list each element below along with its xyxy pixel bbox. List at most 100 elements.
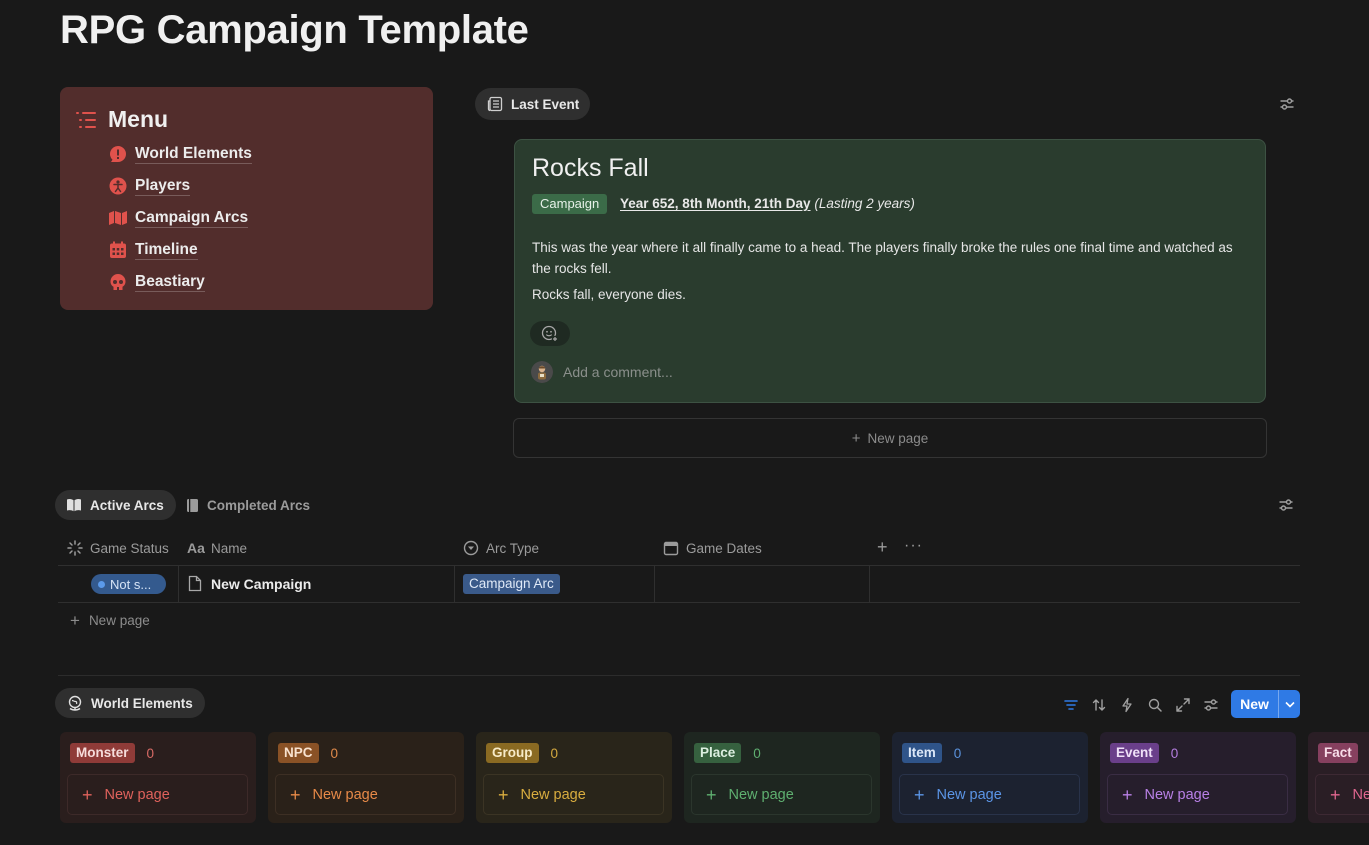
alert-bubble-icon [108, 144, 128, 164]
calendar-icon [663, 541, 679, 556]
tab-active-arcs[interactable]: Active Arcs [55, 490, 176, 520]
board-column-npc: NPC 0 + New page [268, 732, 464, 823]
group-count: 0 [146, 745, 155, 761]
group-count: 0 [753, 745, 761, 761]
board-column-item: Item 0 + New page [892, 732, 1088, 823]
menu-item-beastiary[interactable]: Beastiary [108, 271, 205, 293]
book-icon [187, 498, 198, 512]
menu-item-players[interactable]: Players [108, 175, 191, 197]
column-header-arc-type[interactable]: Arc Type [463, 537, 539, 559]
menu-item-campaign-arcs[interactable]: Campaign Arcs [108, 207, 249, 229]
board-column-monster: Monster 0 + New page [60, 732, 256, 823]
new-button-dropdown[interactable] [1278, 690, 1300, 718]
new-page-button[interactable]: + New page [513, 418, 1267, 458]
group-count: 0 [550, 745, 559, 761]
column-header: Fact 0 [1318, 743, 1369, 763]
new-page-label: New page [936, 786, 1002, 803]
status-dot [98, 580, 105, 588]
plus-icon: + [1122, 784, 1133, 805]
skull-icon [108, 272, 128, 292]
text-aa-icon: Aa [187, 540, 205, 556]
page-title: RPG Campaign Template [60, 8, 529, 52]
tab-last-event[interactable]: Last Event [475, 88, 591, 120]
menu-item-label: Campaign Arcs [135, 209, 249, 228]
group-tag: Event [1110, 743, 1159, 763]
new-button-label[interactable]: New [1231, 690, 1278, 718]
event-duration: (Lasting 2 years) [814, 196, 915, 211]
expand-icon[interactable] [1175, 697, 1191, 713]
group-count: 0 [1170, 745, 1179, 761]
new-page-label: New page [88, 613, 150, 628]
tab-completed-arcs[interactable]: Completed Arcs [173, 490, 322, 520]
lightning-icon[interactable] [1119, 697, 1135, 713]
column-header-name[interactable]: Aa Name [187, 537, 247, 559]
avatar [531, 361, 553, 383]
plus-icon: + [1330, 784, 1341, 805]
new-page-button[interactable]: + New page [899, 774, 1080, 815]
list-icon [76, 111, 96, 128]
new-page-button[interactable]: + New page [1107, 774, 1288, 815]
more-options-icon[interactable]: ··· [904, 538, 923, 554]
new-page-button[interactable]: + New page [275, 774, 456, 815]
event-type-tag: Campaign [532, 194, 608, 214]
event-summary: Rocks fall, everyone dies. [532, 287, 686, 302]
menu-item-label: Timeline [135, 241, 198, 260]
status-badge[interactable]: Not s... [91, 574, 166, 594]
loading-status-icon [67, 540, 83, 556]
group-tag: NPC [278, 743, 319, 763]
add-reaction-button[interactable] [530, 321, 570, 346]
table-row-name[interactable]: New Campaign [187, 575, 311, 592]
plus-icon: + [851, 429, 861, 447]
column-divider [454, 565, 455, 602]
new-page-button[interactable]: + New page [691, 774, 872, 815]
group-tag: Group [486, 743, 539, 763]
menu-item-label: World Elements [135, 145, 252, 164]
new-page-button[interactable]: + New page [1315, 774, 1369, 815]
column-label: Game Status [90, 540, 169, 556]
plus-icon: + [82, 784, 93, 805]
column-header: Monster 0 [70, 743, 154, 763]
new-button[interactable]: New [1231, 690, 1300, 718]
new-page-label: New page [1352, 786, 1369, 803]
new-page-button[interactable]: + New page [70, 612, 150, 629]
search-icon[interactable] [1147, 697, 1163, 713]
column-header-game-status[interactable]: Game Status [67, 537, 169, 559]
new-page-button[interactable]: + New page [67, 774, 248, 815]
column-divider [869, 565, 870, 602]
add-property-icon[interactable]: + [877, 538, 888, 556]
globe-icon [68, 695, 82, 711]
column-header: Group 0 [486, 743, 558, 763]
comment-input[interactable]: Add a comment... [563, 364, 673, 380]
sliders-icon[interactable] [1278, 497, 1294, 513]
section-divider [58, 675, 1300, 676]
board-column-group: Group 0 + New page [476, 732, 672, 823]
sliders-icon[interactable] [1203, 697, 1219, 713]
new-page-button[interactable]: + New page [483, 774, 664, 815]
emoji-add-icon [541, 325, 559, 342]
event-title[interactable]: Rocks Fall [532, 154, 649, 183]
group-tag: Monster [70, 743, 135, 763]
filter-icon[interactable] [1063, 697, 1079, 713]
group-count: 0 [330, 745, 339, 761]
plus-icon: + [706, 784, 717, 805]
plus-icon: + [498, 784, 509, 805]
plus-icon: + [914, 784, 925, 805]
event-date-link[interactable]: Year 652, 8th Month, 21th Day [620, 196, 811, 211]
column-label: Game Dates [686, 540, 762, 556]
event-description: This was the year where it all finally c… [532, 240, 1233, 276]
menu-heading: Menu [75, 106, 168, 133]
arc-type-tag[interactable]: Campaign Arc [463, 574, 560, 594]
new-page-label: New page [728, 786, 794, 803]
sort-icon[interactable] [1091, 697, 1107, 713]
column-header-game-dates[interactable]: Game Dates [663, 537, 762, 559]
game-dates-cell[interactable] [655, 566, 869, 601]
sliders-icon[interactable] [1279, 96, 1295, 112]
tab-world-elements[interactable]: World Elements [55, 688, 205, 718]
chevron-down-icon [1284, 701, 1295, 708]
tab-label: Active Arcs [90, 497, 164, 513]
menu-item-world-elements[interactable]: World Elements [108, 143, 252, 165]
column-header: Item 0 [902, 743, 961, 763]
menu-item-timeline[interactable]: Timeline [108, 239, 198, 261]
accessibility-icon [108, 176, 128, 196]
group-tag: Item [902, 743, 942, 763]
